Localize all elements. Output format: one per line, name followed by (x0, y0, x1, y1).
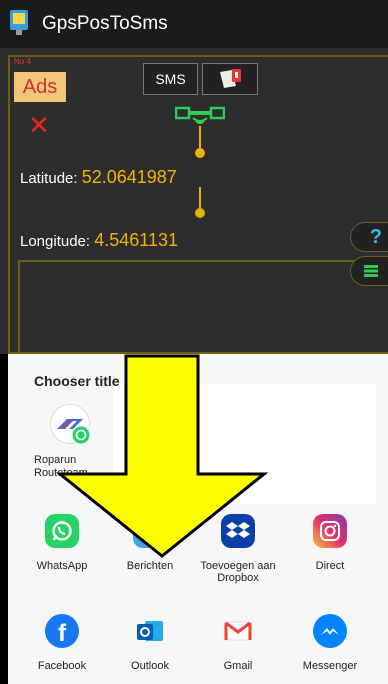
share-target-label: Direct (315, 560, 345, 572)
share-target-messenger[interactable]: Messenger (285, 614, 375, 672)
whatsapp-icon (45, 514, 79, 548)
share-target-label: Messenger (302, 660, 358, 672)
share-target-label: Toevoegen aan Dropbox (200, 560, 276, 584)
outlook-icon (133, 614, 167, 648)
gmail-icon (221, 614, 255, 648)
latitude-value: 52.0641987 (81, 167, 177, 187)
direct-share-label: Roparun Routeteam (34, 454, 88, 479)
longitude-value: 4.5461131 (94, 230, 179, 250)
share-target-berichten[interactable]: Berichten (105, 514, 195, 572)
latitude-row: Latitude: 52.0641987 (20, 167, 177, 188)
contact-avatar (50, 404, 90, 444)
database-icon (364, 265, 378, 277)
help-button[interactable]: ? (350, 222, 388, 252)
dropbox-icon (221, 514, 255, 548)
share-target-label: Gmail (223, 660, 253, 672)
share-target-facebook[interactable]: f Facebook (17, 614, 107, 672)
share-target-dropbox[interactable]: Toevoegen aan Dropbox (193, 514, 283, 584)
share-target-direct[interactable]: Direct (285, 514, 375, 572)
app-bar: GpsPosToSms (0, 0, 388, 49)
chooser-title: Chooser title (34, 373, 120, 389)
app-title: GpsPosToSms (42, 13, 168, 34)
connector-dot (195, 148, 205, 158)
ads-button[interactable]: Ads (14, 72, 66, 102)
share-target-label: WhatsApp (36, 560, 88, 572)
messenger-icon (313, 614, 347, 648)
longitude-row: Longitude: 4.5461131 (20, 230, 178, 251)
whatsapp-badge-icon (72, 426, 90, 444)
database-button[interactable] (350, 256, 388, 286)
share-target-gmail[interactable]: Gmail (193, 614, 283, 672)
direct-share-panel (113, 384, 376, 504)
longitude-label: Longitude: (20, 233, 91, 250)
sms-button[interactable]: SMS (143, 63, 198, 95)
connector-dot (195, 208, 205, 218)
latitude-label: Latitude: (20, 170, 78, 187)
map-frame (18, 260, 388, 354)
sim-card-icon (220, 69, 241, 88)
share-target-label: Facebook (37, 660, 87, 672)
sim-card-button[interactable] (202, 63, 258, 95)
instagram-icon (313, 514, 347, 548)
share-target-label: Berichten (126, 560, 174, 572)
direct-share-target[interactable]: Roparun Routeteam (34, 404, 124, 480)
help-icon: ? (369, 225, 382, 248)
share-target-whatsapp[interactable]: WhatsApp (17, 514, 107, 572)
satellite-icon (175, 106, 225, 124)
share-target-label: Outlook (131, 660, 169, 672)
facebook-icon: f (45, 614, 79, 648)
close-icon[interactable]: ✕ (28, 112, 50, 138)
app-logo-icon (10, 10, 28, 35)
share-target-outlook[interactable]: Outlook (105, 614, 195, 672)
ads-indicator: No 4 (14, 57, 31, 66)
messages-icon (133, 514, 167, 548)
